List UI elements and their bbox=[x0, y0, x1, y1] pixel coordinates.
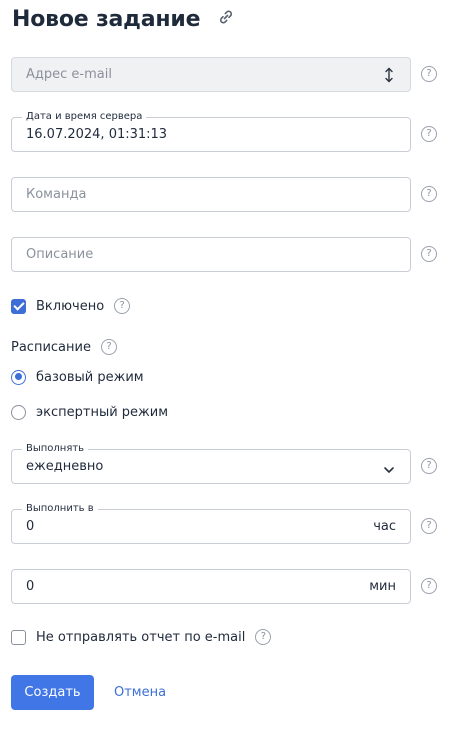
no-report-label: Не отправлять отчет по e-mail bbox=[36, 629, 246, 645]
command-placeholder: Команда bbox=[26, 187, 87, 202]
radio-basic-mode[interactable]: базовый режим bbox=[11, 368, 144, 386]
enabled-help-icon[interactable]: ? bbox=[114, 298, 131, 314]
cancel-button[interactable]: Отмена bbox=[114, 675, 166, 710]
no-report-checkbox[interactable] bbox=[11, 629, 26, 645]
hour-suffix: час bbox=[373, 519, 396, 534]
minutes-field[interactable]: 0 мин bbox=[11, 569, 411, 604]
schedule-label-row: Расписание ? bbox=[11, 338, 117, 356]
run-at-hour-value: 0 bbox=[26, 519, 35, 534]
command-field[interactable]: Команда bbox=[11, 177, 411, 212]
run-at-hour-field[interactable]: Выполнить в 0 час bbox=[11, 503, 411, 544]
email-help-icon[interactable]: ? bbox=[421, 66, 437, 82]
run-frequency-select[interactable]: Выполнять ежедневно bbox=[11, 443, 411, 484]
radio-expert-button[interactable] bbox=[11, 404, 26, 420]
email-field[interactable]: Адрес e-mail bbox=[11, 57, 411, 92]
command-help-icon[interactable]: ? bbox=[421, 186, 437, 202]
minutes-suffix: мин bbox=[369, 579, 396, 594]
server-datetime-value: 16.07.2024, 01:31:13 bbox=[26, 127, 168, 142]
title-row: Новое задание bbox=[12, 4, 201, 34]
run-frequency-value: ежедневно bbox=[26, 459, 104, 474]
link-icon[interactable] bbox=[217, 8, 235, 26]
enabled-checkbox[interactable] bbox=[11, 298, 26, 314]
run-at-help-icon[interactable]: ? bbox=[421, 518, 437, 534]
no-report-row: Не отправлять отчет по e-mail ? bbox=[11, 628, 272, 646]
schedule-label: Расписание bbox=[11, 339, 91, 355]
radio-expert-label: экспертный режим bbox=[36, 404, 169, 420]
no-report-help-icon[interactable]: ? bbox=[255, 629, 272, 645]
radio-basic-button[interactable] bbox=[11, 369, 26, 385]
schedule-help-icon[interactable]: ? bbox=[100, 339, 117, 355]
radio-basic-label: базовый режим bbox=[36, 369, 144, 385]
chevron-down-icon bbox=[382, 461, 396, 477]
radio-expert-mode[interactable]: экспертный режим bbox=[11, 403, 168, 421]
email-placeholder: Адрес e-mail bbox=[26, 67, 112, 82]
datetime-help-icon[interactable]: ? bbox=[421, 126, 437, 142]
page-title: Новое задание bbox=[12, 6, 201, 32]
run-frequency-help-icon[interactable]: ? bbox=[421, 458, 437, 474]
description-field[interactable]: Описание bbox=[11, 237, 411, 272]
server-datetime-field[interactable]: Дата и время сервера 16.07.2024, 01:31:1… bbox=[11, 111, 411, 152]
minutes-help-icon[interactable]: ? bbox=[421, 578, 437, 594]
sort-arrows-icon bbox=[382, 67, 396, 83]
enabled-row: Включено ? bbox=[11, 297, 131, 315]
enabled-label: Включено bbox=[36, 298, 105, 314]
description-help-icon[interactable]: ? bbox=[421, 246, 437, 262]
description-placeholder: Описание bbox=[26, 247, 94, 262]
minutes-value: 0 bbox=[26, 579, 35, 594]
create-button[interactable]: Создать bbox=[11, 675, 94, 710]
